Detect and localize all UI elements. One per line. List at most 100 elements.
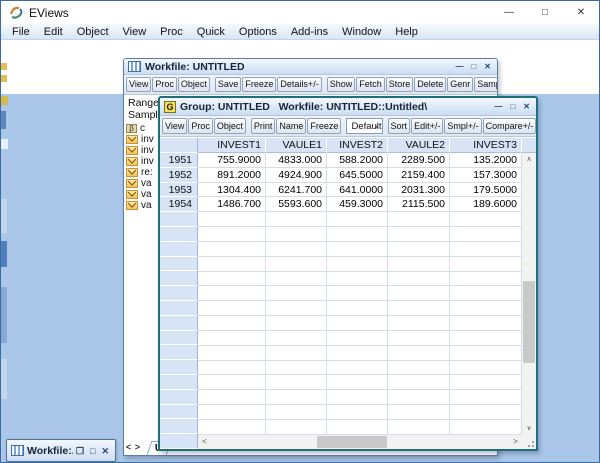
- wf-button-store[interactable]: Store: [386, 77, 414, 92]
- group-button-compare[interactable]: Compare+/-: [483, 118, 536, 134]
- table-cell[interactable]: [266, 361, 327, 376]
- wf-button-genr[interactable]: Genr: [447, 77, 473, 92]
- table-cell[interactable]: [388, 272, 450, 287]
- table-cell[interactable]: [388, 361, 450, 376]
- table-cell[interactable]: [198, 390, 266, 405]
- main-titlebar[interactable]: EViews — □ ✕: [1, 1, 599, 24]
- column-header-invest1[interactable]: INVEST1: [198, 138, 266, 153]
- table-cell[interactable]: 2031.300: [388, 183, 450, 198]
- table-cell[interactable]: [388, 390, 450, 405]
- table-cell[interactable]: [198, 331, 266, 346]
- group-button-name[interactable]: Name: [276, 118, 306, 134]
- wf-button-object[interactable]: Object: [178, 77, 210, 92]
- scroll-right-icon[interactable]: >: [509, 435, 522, 449]
- table-cell[interactable]: [266, 420, 327, 435]
- table-cell[interactable]: 2115.500: [388, 197, 450, 212]
- table-cell[interactable]: [266, 405, 327, 420]
- table-cell[interactable]: [198, 242, 266, 257]
- table-cell[interactable]: [450, 242, 522, 257]
- table-cell[interactable]: [198, 212, 266, 227]
- table-cell[interactable]: [450, 346, 522, 361]
- horizontal-scrollbar[interactable]: < >: [198, 435, 522, 449]
- menu-window[interactable]: Window: [335, 26, 388, 38]
- table-cell[interactable]: [327, 227, 388, 242]
- table-cell[interactable]: [388, 346, 450, 361]
- table-cell[interactable]: [450, 420, 522, 435]
- table-cell[interactable]: [388, 316, 450, 331]
- table-cell[interactable]: [327, 286, 388, 301]
- table-cell[interactable]: [327, 257, 388, 272]
- obs-cell[interactable]: [160, 227, 198, 242]
- close-button[interactable]: ✕: [563, 1, 599, 24]
- table-cell[interactable]: [388, 242, 450, 257]
- obs-cell[interactable]: [160, 257, 198, 272]
- table-cell[interactable]: [327, 375, 388, 390]
- table-cell[interactable]: [327, 316, 388, 331]
- group-titlebar[interactable]: G Group: UNTITLED Workfile: UNTITLED::Un…: [160, 98, 536, 116]
- table-cell[interactable]: [266, 242, 327, 257]
- menu-proc[interactable]: Proc: [153, 26, 190, 38]
- table-cell[interactable]: 645.5000: [327, 168, 388, 183]
- close-button[interactable]: ✕: [484, 60, 491, 74]
- menu-options[interactable]: Options: [232, 26, 284, 38]
- table-cell[interactable]: [450, 331, 522, 346]
- table-cell[interactable]: [327, 405, 388, 420]
- table-cell[interactable]: [266, 316, 327, 331]
- wf-button-show[interactable]: Show: [327, 77, 356, 92]
- table-cell[interactable]: [450, 316, 522, 331]
- table-cell[interactable]: 588.2000: [327, 153, 388, 168]
- vertical-scroll-thumb[interactable]: [523, 281, 535, 363]
- obs-cell[interactable]: [160, 316, 198, 331]
- table-cell[interactable]: [388, 227, 450, 242]
- obs-cell[interactable]: [160, 331, 198, 346]
- table-cell[interactable]: [450, 257, 522, 272]
- table-cell[interactable]: [198, 257, 266, 272]
- obs-cell[interactable]: [160, 419, 198, 434]
- wf-button-freeze[interactable]: Freeze: [242, 77, 276, 92]
- table-cell[interactable]: [198, 301, 266, 316]
- table-cell[interactable]: [388, 212, 450, 227]
- close-button[interactable]: ✕: [523, 100, 530, 114]
- table-cell[interactable]: [266, 390, 327, 405]
- obs-cell[interactable]: [160, 405, 198, 420]
- table-cell[interactable]: 641.0000: [327, 183, 388, 198]
- table-cell[interactable]: [198, 227, 266, 242]
- table-cell[interactable]: [388, 301, 450, 316]
- minimize-button[interactable]: —: [455, 60, 463, 74]
- group-button-freeze[interactable]: Freeze: [307, 118, 341, 134]
- obs-cell[interactable]: 1952: [160, 168, 198, 183]
- table-cell[interactable]: [198, 361, 266, 376]
- table-cell[interactable]: [198, 405, 266, 420]
- obs-cell[interactable]: [160, 301, 198, 316]
- wf-button-save[interactable]: Save: [215, 77, 242, 92]
- obs-cell[interactable]: [160, 271, 198, 286]
- table-cell[interactable]: [450, 301, 522, 316]
- table-cell[interactable]: 891.2000: [198, 168, 266, 183]
- table-cell[interactable]: [388, 286, 450, 301]
- table-cell[interactable]: 135.2000: [450, 153, 522, 168]
- table-cell[interactable]: [327, 346, 388, 361]
- group-button-edit[interactable]: Edit+/-: [411, 118, 443, 134]
- table-cell[interactable]: [450, 227, 522, 242]
- maximize-button[interactable]: □: [90, 444, 95, 458]
- table-cell[interactable]: [198, 346, 266, 361]
- table-cell[interactable]: [266, 331, 327, 346]
- obs-cell[interactable]: [160, 286, 198, 301]
- group-button-view[interactable]: View: [162, 118, 187, 134]
- table-cell[interactable]: [198, 316, 266, 331]
- group-button-print[interactable]: Print: [251, 118, 276, 134]
- table-cell[interactable]: [266, 257, 327, 272]
- table-cell[interactable]: [450, 375, 522, 390]
- menu-edit[interactable]: Edit: [37, 26, 70, 38]
- menu-view[interactable]: View: [116, 26, 154, 38]
- table-cell[interactable]: [327, 420, 388, 435]
- group-button-proc[interactable]: Proc: [188, 118, 213, 134]
- obs-cell[interactable]: 1953: [160, 183, 198, 198]
- table-cell[interactable]: [327, 301, 388, 316]
- group-button-sort[interactable]: Sort: [388, 118, 411, 134]
- horizontal-scroll-thumb[interactable]: [317, 436, 387, 448]
- menu-file[interactable]: File: [5, 26, 37, 38]
- table-cell[interactable]: [198, 286, 266, 301]
- minimize-button[interactable]: —: [491, 1, 527, 24]
- obs-cell[interactable]: [160, 360, 198, 375]
